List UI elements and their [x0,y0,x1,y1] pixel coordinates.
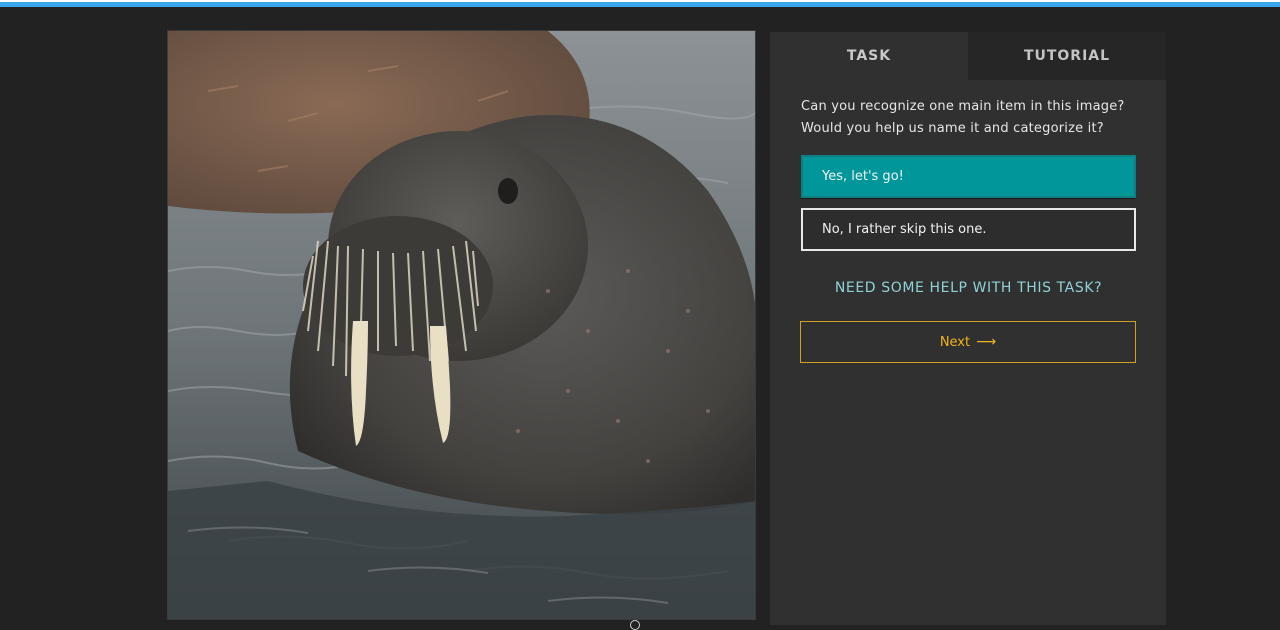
next-label: Next [939,334,971,350]
walrus-image [168,31,755,619]
yes-button[interactable]: Yes, let's go! [801,155,1136,198]
question-line-2: Would you help us name it and categorize… [801,121,1104,136]
skip-button[interactable]: No, I rather skip this one. [801,208,1136,251]
top-accent-bar [0,2,1280,7]
question-line-1: Can you recognize one main item in this … [801,99,1125,114]
task-panel: TASK TUTORIAL Can you recognize one main… [770,32,1166,625]
task-question: Can you recognize one main item in this … [801,96,1146,140]
next-button[interactable]: Next ⟶ [800,321,1136,363]
arrow-right-icon: ⟶ [976,334,997,350]
tab-task[interactable]: TASK [770,32,968,80]
help-link[interactable]: NEED SOME HELP WITH THIS TASK? [801,280,1136,296]
tab-tutorial[interactable]: TUTORIAL [968,32,1166,80]
tab-bar: TASK TUTORIAL [770,32,1166,80]
walrus-photo [167,30,756,620]
cursor-icon [630,620,640,630]
